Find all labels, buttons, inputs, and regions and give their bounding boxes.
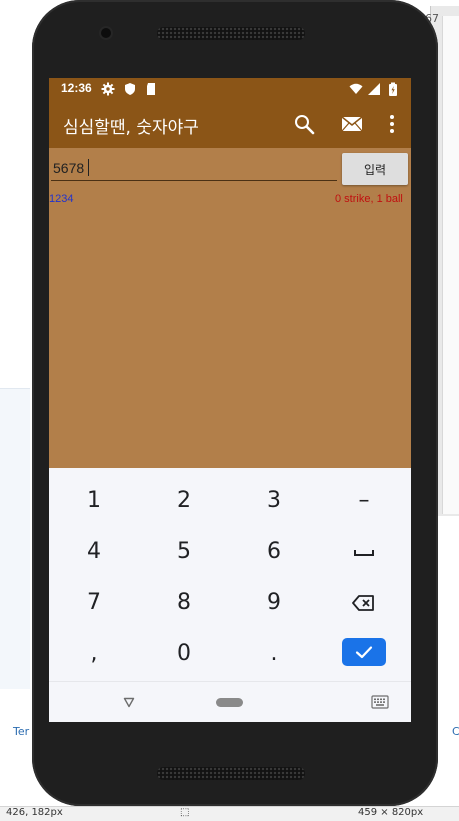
key-7[interactable]: 7 <box>49 579 139 627</box>
signal-icon <box>368 83 380 95</box>
phone-screen: 12:36 심심할땐, 숫자야구 5678 입력 1234 0 strike, … <box>49 78 411 722</box>
cursor-position: 426, 182px <box>6 807 63 818</box>
host-right-editor <box>442 16 459 514</box>
key-4[interactable]: 4 <box>49 528 139 576</box>
app-bar: 심심할땐, 숫자야구 <box>49 100 411 148</box>
key-comma[interactable]: , <box>49 630 139 678</box>
battery-icon <box>389 82 397 96</box>
done-key[interactable] <box>342 638 386 666</box>
key-5[interactable]: 5 <box>139 528 229 576</box>
numeric-keyboard: 1 2 3 – 4 5 6 7 8 9 , 0 . <box>49 468 411 681</box>
key-minus[interactable]: – <box>319 477 409 525</box>
key-8[interactable]: 8 <box>139 579 229 627</box>
back-icon[interactable] <box>123 696 135 708</box>
status-bar: 12:36 <box>49 78 411 100</box>
guess-input[interactable] <box>51 156 337 181</box>
key-1[interactable]: 1 <box>49 477 139 525</box>
settings-icon <box>101 82 115 96</box>
backspace-key[interactable] <box>319 579 409 627</box>
status-time: 12:36 <box>61 81 92 95</box>
space-icon <box>354 550 374 556</box>
key-9[interactable]: 9 <box>229 579 319 627</box>
host-side-panel <box>0 388 30 689</box>
key-2[interactable]: 2 <box>139 477 229 525</box>
crop-icon: ⬚ <box>180 807 190 818</box>
wifi-icon <box>349 83 363 94</box>
search-icon[interactable] <box>292 112 316 136</box>
history-row: 1234 0 strike, 1 ball <box>49 193 411 209</box>
navigation-bar <box>49 681 411 722</box>
submit-button[interactable]: 입력 <box>342 153 408 185</box>
game-content: 입력 1234 0 strike, 1 ball <box>49 148 411 468</box>
key-3[interactable]: 3 <box>229 477 319 525</box>
check-icon <box>355 646 373 659</box>
app-title: 심심할땐, 숫자야구 <box>63 118 199 138</box>
space-key[interactable] <box>319 528 409 576</box>
top-speaker <box>157 27 305 40</box>
key-period[interactable]: . <box>229 630 319 678</box>
key-0[interactable]: 0 <box>139 630 229 678</box>
history-guess: 1234 <box>49 193 74 205</box>
shield-icon <box>125 83 135 95</box>
keyboard-switch-icon[interactable] <box>371 695 389 709</box>
front-camera <box>101 28 111 38</box>
home-button[interactable] <box>216 698 243 707</box>
overflow-menu-icon[interactable] <box>380 112 404 136</box>
host-right-link[interactable]: C <box>452 725 459 738</box>
sd-card-icon <box>147 83 155 95</box>
backspace-icon <box>352 595 374 611</box>
bottom-speaker <box>157 767 305 780</box>
mail-icon[interactable] <box>340 112 364 136</box>
key-6[interactable]: 6 <box>229 528 319 576</box>
history-result: 0 strike, 1 ball <box>335 193 403 205</box>
host-link[interactable]: Ter <box>13 725 29 738</box>
text-cursor <box>88 159 89 176</box>
image-size: 459 × 820px <box>358 807 424 818</box>
host-status-bar: 426, 182px ⬚ 459 × 820px <box>0 806 459 821</box>
